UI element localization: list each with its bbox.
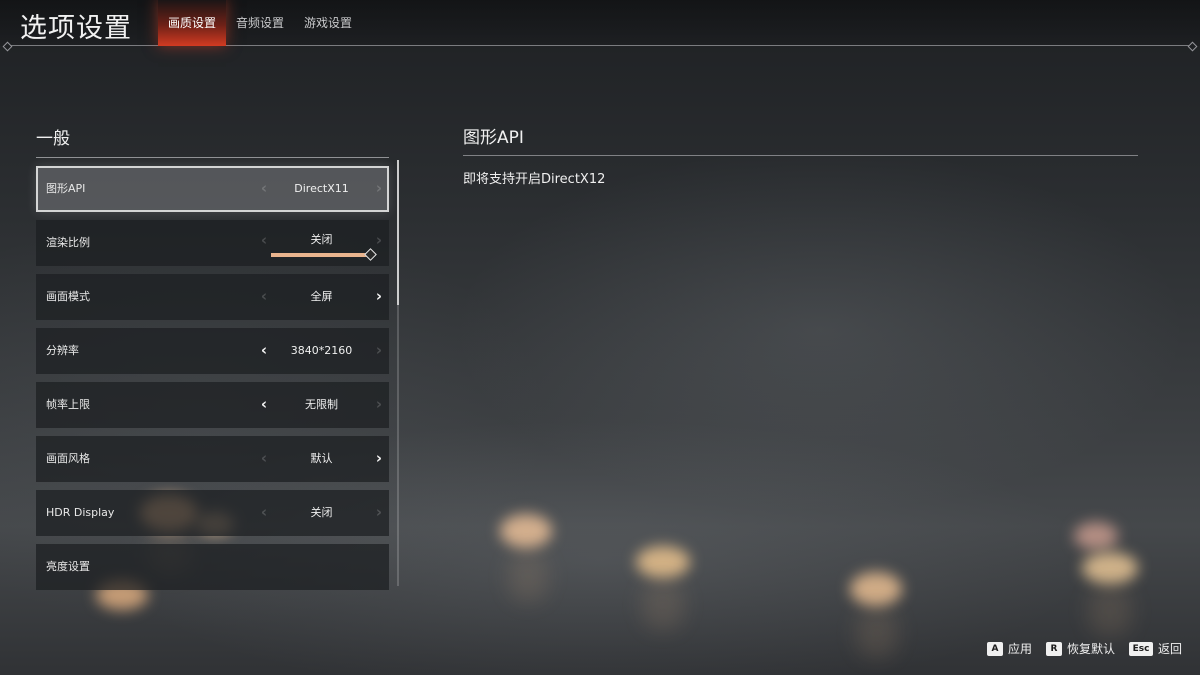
settings-scrollbar[interactable] — [397, 160, 399, 586]
setting-label: 帧率上限 — [46, 398, 90, 411]
chevron-right-icon[interactable]: › — [369, 274, 389, 320]
lantern-glow — [1074, 522, 1118, 550]
lantern-reflection — [508, 552, 548, 602]
tab-audio[interactable]: 音频设置 — [226, 0, 294, 46]
apply-hint[interactable]: A 应用 — [986, 640, 1032, 657]
key-r-icon: R — [1045, 641, 1062, 656]
lantern-reflection — [856, 608, 898, 658]
chevron-left-icon[interactable]: ‹ — [254, 490, 274, 536]
detail-title: 图形API — [463, 128, 524, 148]
restore-default-hint[interactable]: R 恢复默认 — [1045, 640, 1115, 657]
lantern-glow — [636, 546, 690, 578]
chevron-left-icon[interactable]: ‹ — [254, 274, 274, 320]
chevron-right-icon[interactable]: › — [369, 328, 389, 374]
key-a-icon: A — [986, 641, 1003, 656]
section-divider — [36, 157, 389, 158]
detail-description: 即将支持开启DirectX12 — [463, 172, 606, 187]
page-title: 选项设置 — [20, 13, 132, 44]
chevron-left-icon[interactable]: ‹ — [254, 166, 274, 212]
setting-row-render-scale[interactable]: 渲染比例 ‹ 关闭 › — [36, 220, 389, 266]
chevron-left-icon[interactable]: ‹ — [254, 220, 274, 266]
restore-default-label: 恢复默认 — [1066, 642, 1115, 656]
lantern-reflection — [642, 580, 684, 630]
setting-label: 图形API — [46, 182, 86, 195]
setting-label: 亮度设置 — [46, 560, 90, 573]
scrollbar-thumb[interactable] — [397, 160, 399, 305]
chevron-right-icon[interactable]: › — [369, 436, 389, 482]
render-scale-slider[interactable] — [271, 248, 377, 261]
chevron-right-icon[interactable]: › — [369, 166, 389, 212]
tab-graphics[interactable]: 画质设置 — [158, 0, 227, 46]
setting-row-brightness[interactable]: 亮度设置 — [36, 544, 389, 590]
detail-divider — [463, 155, 1138, 156]
back-label: 返回 — [1157, 642, 1182, 656]
key-hints: A 应用 R 恢复默认 Esc 返回 — [973, 640, 1182, 657]
setting-row-resolution[interactable]: 分辨率 ‹ 3840*2160 › — [36, 328, 389, 374]
apply-label: 应用 — [1007, 642, 1032, 656]
chevron-left-icon[interactable]: ‹ — [254, 436, 274, 482]
chevron-left-icon[interactable]: ‹ — [254, 328, 274, 374]
setting-label: HDR Display — [46, 506, 115, 519]
chevron-right-icon[interactable]: › — [369, 382, 389, 428]
settings-list: 图形API ‹ DirectX11 › 渲染比例 ‹ 关闭 › 画面模式 ‹ 全… — [36, 166, 389, 598]
setting-row-display-mode[interactable]: 画面模式 ‹ 全屏 › — [36, 274, 389, 320]
lantern-glow — [500, 514, 552, 548]
section-title-general: 一般 — [36, 129, 70, 149]
back-hint[interactable]: Esc 返回 — [1128, 640, 1182, 657]
setting-row-visual-style[interactable]: 画面风格 ‹ 默认 › — [36, 436, 389, 482]
setting-label: 画面风格 — [46, 452, 90, 465]
setting-label: 分辨率 — [46, 344, 79, 357]
setting-value: 3840*2160 — [290, 344, 353, 357]
setting-row-hdr-display[interactable]: HDR Display ‹ 关闭 › — [36, 490, 389, 536]
setting-label: 画面模式 — [46, 290, 90, 303]
key-esc-icon: Esc — [1128, 641, 1153, 656]
setting-row-graphics-api[interactable]: 图形API ‹ DirectX11 › — [36, 166, 389, 212]
setting-row-frame-limit[interactable]: 帧率上限 ‹ 无限制 › — [36, 382, 389, 428]
tab-bar: 画质设置 音频设置 游戏设置 — [158, 0, 362, 46]
lantern-glow — [1082, 552, 1138, 584]
setting-value: DirectX11 — [294, 182, 349, 195]
lantern-glow — [850, 572, 902, 606]
chevron-left-icon[interactable]: ‹ — [254, 382, 274, 428]
setting-value: 全屏 — [310, 290, 333, 303]
lantern-reflection — [1088, 586, 1132, 636]
setting-value: 关闭 — [310, 506, 333, 519]
slider-fill — [271, 253, 371, 257]
setting-value: 默认 — [310, 452, 333, 465]
setting-value: 无限制 — [305, 398, 338, 411]
chevron-right-icon[interactable]: › — [369, 490, 389, 536]
tab-game[interactable]: 游戏设置 — [294, 0, 362, 46]
setting-label: 渲染比例 — [46, 236, 90, 249]
